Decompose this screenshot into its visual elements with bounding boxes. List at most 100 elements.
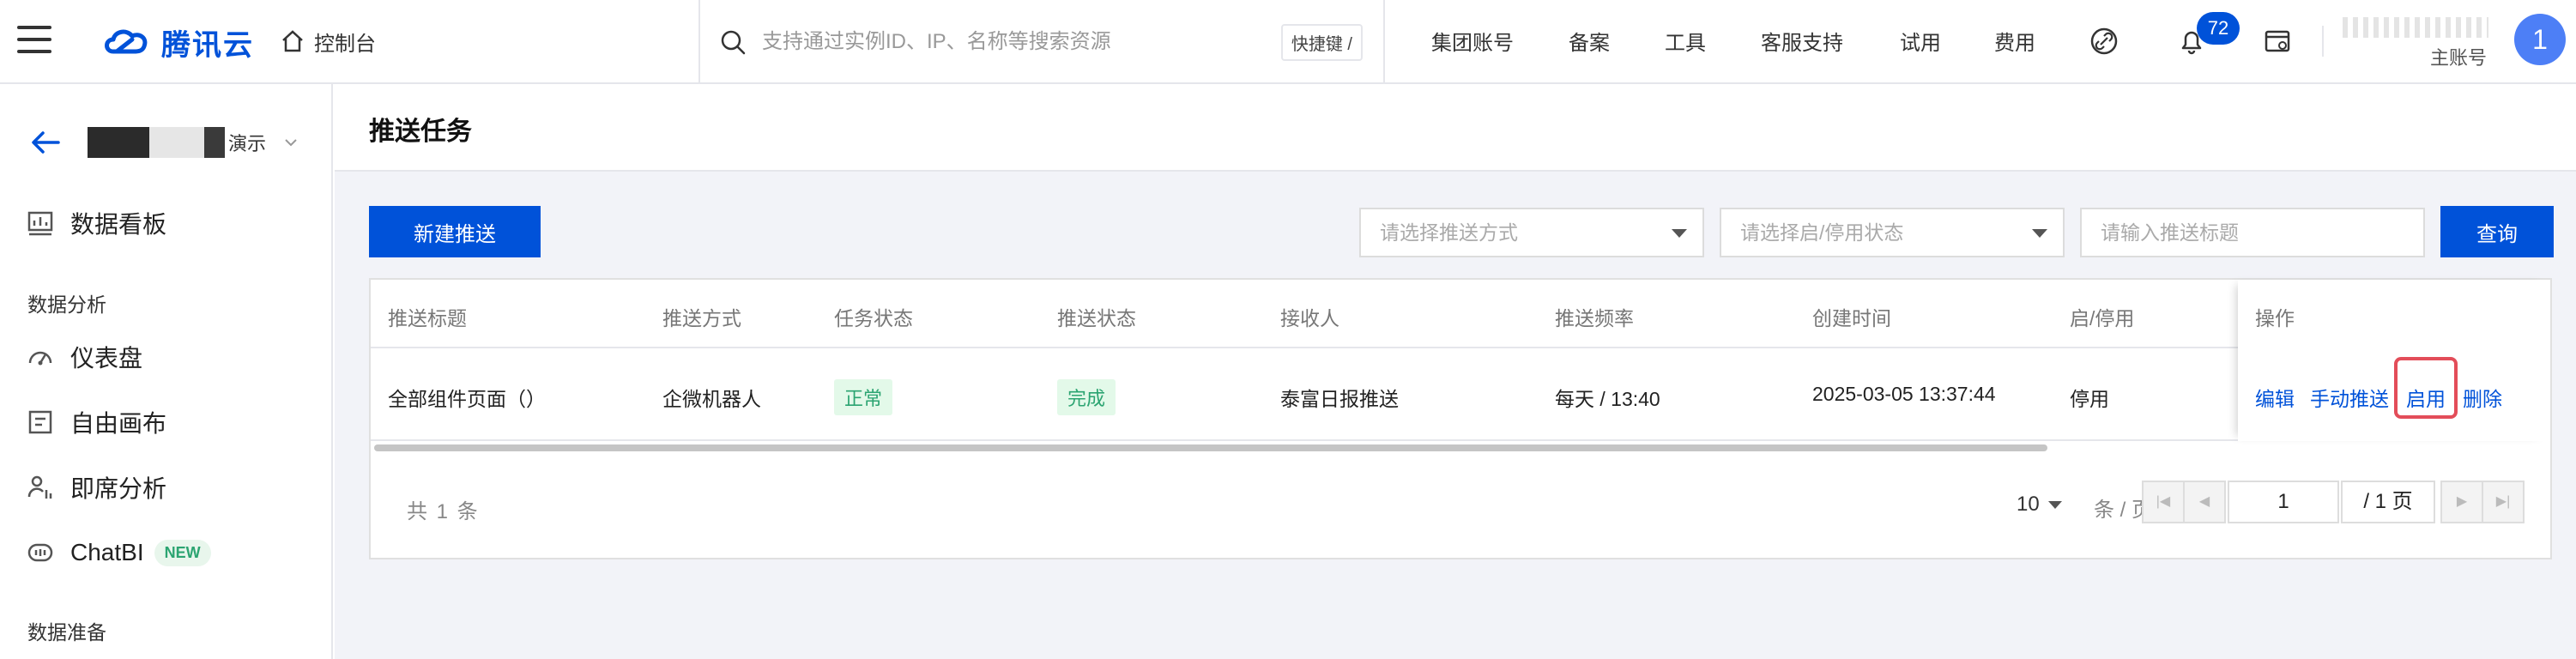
cell-frequency: 每天 / 13:40 bbox=[1555, 388, 1660, 410]
sidebar-item-gauge[interactable]: 仪表盘 bbox=[26, 338, 142, 376]
sidebar: 演示 数据看板 数据分析 仪表盘 自由画布 即席分析 ChatBI NEW 数据… bbox=[0, 84, 333, 659]
search-input[interactable] bbox=[762, 30, 1243, 54]
dashboard-board-icon bbox=[27, 211, 53, 236]
nav-group-account[interactable]: 集团账号 bbox=[1431, 26, 1514, 56]
actions-column: 操作 编辑 手动推送 启用 删除 bbox=[2238, 280, 2550, 441]
cloud-logo-icon bbox=[105, 29, 148, 54]
push-method-select[interactable]: 请选择推送方式 bbox=[1359, 208, 1704, 257]
caret-down-icon bbox=[2032, 229, 2047, 238]
column-header: 推送状态 bbox=[1057, 307, 1136, 330]
total-count: 共 1 条 bbox=[407, 500, 480, 523]
cell-enabled: 停用 bbox=[2070, 388, 2109, 410]
project-name: 演示 bbox=[228, 133, 267, 154]
column-header: 启/停用 bbox=[2070, 307, 2135, 330]
delete-link[interactable]: 删除 bbox=[2463, 383, 2502, 412]
prev-page-icon[interactable]: ◀ bbox=[2183, 481, 2226, 523]
actions-cell: 编辑 手动推送 启用 删除 bbox=[2238, 348, 2550, 441]
brand-name: 腾讯云 bbox=[161, 28, 254, 62]
console-link[interactable]: 控制台 bbox=[280, 24, 376, 58]
sidebar-item-canvas[interactable]: 自由画布 bbox=[26, 403, 166, 441]
adhoc-analysis-icon bbox=[27, 475, 52, 499]
sidebar-item-label: 仪表盘 bbox=[70, 345, 143, 372]
sidebar-group-analysis: 数据分析 bbox=[27, 293, 106, 316]
page-number-input[interactable] bbox=[2228, 481, 2339, 523]
column-header: 推送标题 bbox=[388, 307, 467, 330]
new-push-button[interactable]: 新建推送 bbox=[369, 206, 541, 257]
column-header: 推送频率 bbox=[1555, 307, 1634, 330]
column-header: 任务状态 bbox=[834, 307, 913, 330]
nav-filing[interactable]: 备案 bbox=[1569, 26, 1610, 56]
page-size-value: 10 bbox=[2017, 493, 2040, 516]
column-header: 推送方式 bbox=[662, 307, 741, 330]
page-header: 推送任务 bbox=[335, 84, 2576, 172]
project-selector[interactable]: 演示 bbox=[29, 125, 304, 160]
main-content: 推送任务 新建推送 请选择推送方式 请选择启/停用状态 查询 推送标题 推送方式… bbox=[335, 84, 2576, 659]
push-title-input[interactable] bbox=[2080, 208, 2425, 257]
gauge-icon bbox=[28, 351, 52, 366]
sidebar-item-label: 即席分析 bbox=[70, 475, 167, 502]
cell-receiver: 泰富日报推送 bbox=[1280, 388, 1399, 410]
push-status-badge: 完成 bbox=[1057, 379, 1116, 415]
top-bar: 腾讯云 控制台 快捷键 / 集团账号 备案 工具 客服支持 试用 费用 72 主… bbox=[0, 0, 2576, 84]
select-placeholder: 请选择启/停用状态 bbox=[1740, 221, 1904, 244]
query-button[interactable]: 查询 bbox=[2440, 206, 2554, 257]
cell-method: 企微机器人 bbox=[662, 388, 761, 410]
chat-icon bbox=[27, 543, 53, 562]
sidebar-group-prep: 数据准备 bbox=[27, 621, 106, 644]
back-arrow-icon[interactable] bbox=[29, 129, 62, 156]
avatar[interactable]: 1 bbox=[2514, 14, 2566, 65]
shortcut-hint: 快捷键 / bbox=[1280, 24, 1363, 61]
divider bbox=[2322, 26, 2324, 57]
column-header: 接收人 bbox=[1280, 307, 1339, 330]
first-page-icon[interactable]: |◀ bbox=[2142, 481, 2185, 523]
page-title: 推送任务 bbox=[369, 118, 472, 146]
cell-created-time: 2025-03-05 13:37:44 bbox=[1812, 383, 1996, 405]
cell-title: 全部组件页面（） bbox=[388, 388, 546, 410]
link-icon[interactable] bbox=[2089, 26, 2119, 57]
push-task-table: 推送标题 推送方式 任务状态 推送状态 接收人 推送频率 创建时间 启/停用 全… bbox=[369, 278, 2552, 559]
chevron-down-icon bbox=[285, 139, 297, 147]
last-page-icon[interactable]: ▶| bbox=[2482, 481, 2525, 523]
caret-down-icon bbox=[1672, 229, 1687, 238]
caret-down-icon bbox=[2047, 500, 2062, 509]
tencent-cloud-logo[interactable]: 腾讯云 bbox=[101, 21, 254, 63]
sidebar-item-label: 自由画布 bbox=[70, 410, 167, 437]
sidebar-item-label: ChatBI bbox=[70, 539, 144, 565]
sidebar-item-chatbi[interactable]: ChatBI NEW bbox=[26, 534, 211, 571]
column-header: 操作 bbox=[2255, 307, 2295, 330]
divider bbox=[698, 0, 700, 84]
canvas-icon bbox=[28, 410, 52, 434]
column-header: 创建时间 bbox=[1812, 307, 1891, 330]
search-icon bbox=[721, 30, 746, 55]
manual-push-link[interactable]: 手动推送 bbox=[2310, 383, 2389, 412]
table-header: 推送标题 推送方式 任务状态 推送状态 接收人 推送频率 创建时间 启/停用 bbox=[371, 280, 2550, 348]
resource-search[interactable]: 快捷键 / bbox=[719, 22, 1363, 62]
select-placeholder: 请选择推送方式 bbox=[1380, 221, 1518, 244]
horizontal-scrollbar[interactable] bbox=[374, 444, 2047, 451]
project-name-redacted bbox=[88, 127, 225, 158]
account-label[interactable]: 主账号 bbox=[2430, 43, 2487, 70]
edit-link[interactable]: 编辑 bbox=[2255, 383, 2295, 412]
sidebar-item-adhoc[interactable]: 即席分析 bbox=[26, 469, 166, 506]
console-label: 控制台 bbox=[314, 32, 376, 56]
nav-tools[interactable]: 工具 bbox=[1665, 26, 1706, 56]
total-pages: / 1 页 bbox=[2341, 481, 2435, 523]
sidebar-item-data-board[interactable]: 数据看板 bbox=[26, 204, 166, 242]
menu-icon[interactable] bbox=[17, 26, 51, 55]
task-status-badge: 正常 bbox=[834, 379, 893, 415]
new-badge: NEW bbox=[154, 539, 211, 566]
workorder-icon[interactable] bbox=[2262, 26, 2293, 57]
next-page-icon[interactable]: ▶ bbox=[2440, 481, 2483, 523]
sidebar-item-label: 数据看板 bbox=[70, 211, 167, 238]
account-id-redacted bbox=[2343, 17, 2488, 38]
nav-billing[interactable]: 费用 bbox=[1994, 26, 2035, 56]
page-size-select[interactable]: 10 bbox=[2017, 493, 2062, 517]
notification-badge: 72 bbox=[2197, 12, 2240, 45]
enable-link[interactable]: 启用 bbox=[2406, 383, 2446, 412]
nav-trial[interactable]: 试用 bbox=[1900, 26, 1941, 56]
divider bbox=[1383, 0, 1385, 84]
table-row: 全部组件页面（） 企微机器人 正常 完成 泰富日报推送 每天 / 13:40 2… bbox=[371, 348, 2550, 441]
home-icon bbox=[282, 30, 303, 52]
enable-status-select[interactable]: 请选择启/停用状态 bbox=[1720, 208, 2065, 257]
nav-support[interactable]: 客服支持 bbox=[1761, 26, 1843, 56]
